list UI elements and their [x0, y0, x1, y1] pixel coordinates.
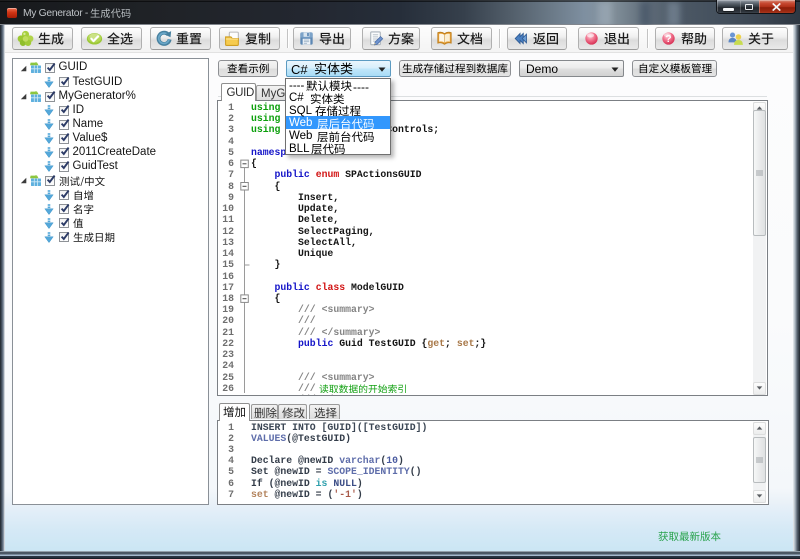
- svg-text:?: ?: [665, 34, 671, 45]
